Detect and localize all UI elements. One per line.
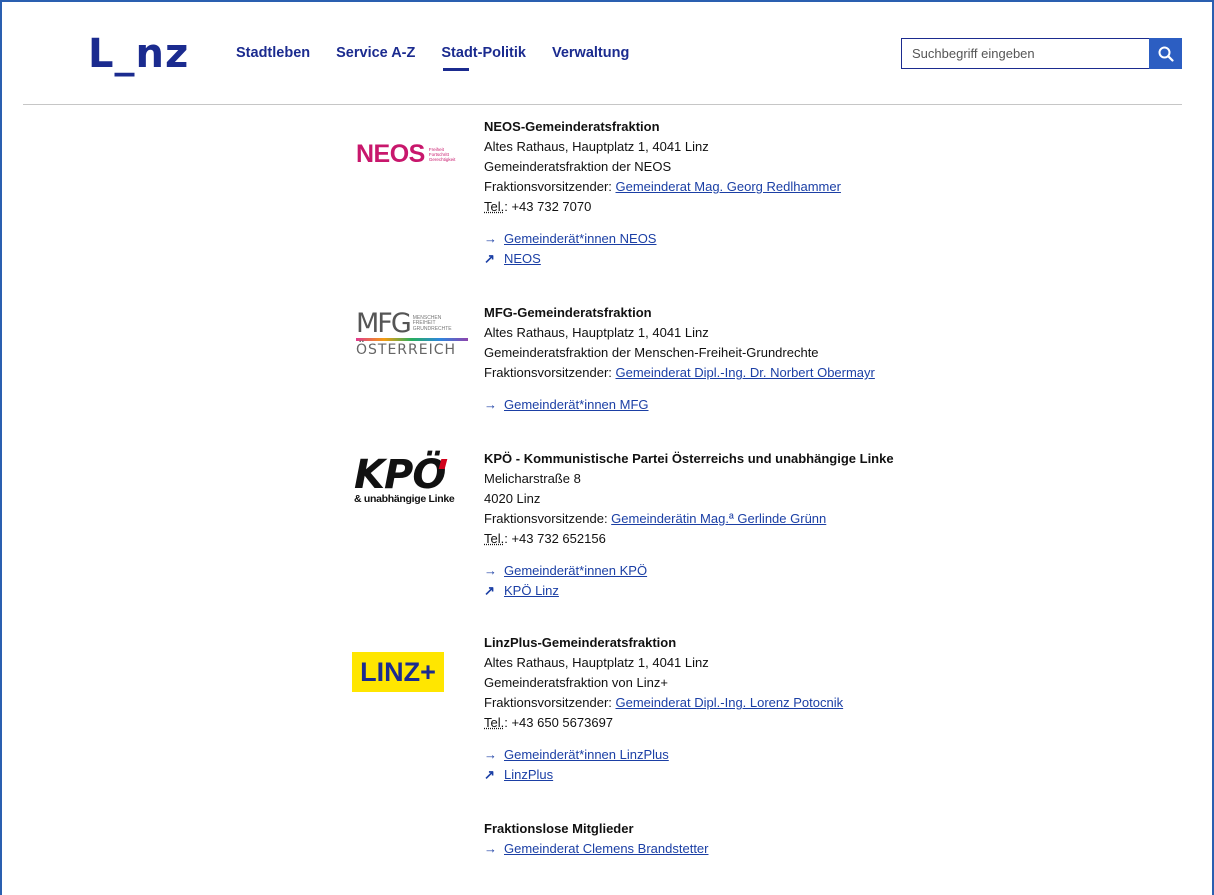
faction-description: Gemeinderatsfraktion der Menschen-Freihe… bbox=[484, 345, 819, 360]
faction-phone: Tel.: +43 732 7070 bbox=[484, 197, 841, 217]
faction-chair: Fraktionsvorsitzender: Gemeinderat Dipl.… bbox=[484, 363, 875, 383]
tel-abbr: Tel. bbox=[484, 531, 505, 546]
arrow-right-icon: → bbox=[484, 563, 497, 578]
faction-title: NEOS-Gemeinderatsfraktion bbox=[484, 119, 660, 134]
linzplus-logo-text: LINZ+ bbox=[360, 656, 436, 687]
faction-title: LinzPlus-Gemeinderatsfraktion bbox=[484, 635, 677, 650]
independent-members: Fraktionslose Mitglieder → Gemeinderat Cl… bbox=[484, 819, 708, 859]
mfg-logo-tagline: MENSCHEN FREIHEIT GRUNDRECHTE bbox=[412, 314, 452, 332]
mfg-logo-country: ÖSTERREICH bbox=[356, 342, 457, 358]
faction-title: Fraktionslose Mitglieder bbox=[484, 821, 634, 836]
neos-logo-tagline: Freiheit Fortschritt Gerechtigkeit bbox=[428, 147, 456, 162]
faction-address: Altes Rathaus, Hauptplatz 1, 4041 Linz bbox=[484, 325, 709, 340]
arrow-right-icon: → bbox=[484, 841, 497, 856]
search-button[interactable] bbox=[1149, 38, 1182, 69]
faction-title: MFG-Gemeinderatsfraktion bbox=[484, 305, 652, 320]
tel-abbr: Tel. bbox=[484, 199, 505, 214]
kpo-logo-text: KPÖ bbox=[354, 452, 446, 498]
faction-mfg: MFG-Gemeinderatsfraktion Altes Rathaus, … bbox=[484, 303, 875, 415]
faction-neos: NEOS-Gemeinderatsfraktion Altes Rathaus,… bbox=[484, 117, 841, 269]
external-link[interactable]: NEOS bbox=[504, 249, 541, 269]
neos-logo-text: NEOS bbox=[356, 140, 425, 168]
faction-description: Gemeinderatsfraktion von Linz+ bbox=[484, 675, 668, 690]
nav-stadtleben[interactable]: Stadtleben bbox=[236, 45, 310, 61]
faction-kpo: KPÖ - Kommunistische Partei Österreichs … bbox=[484, 449, 894, 601]
chair-label: Fraktionsvorsitzender: bbox=[484, 179, 616, 194]
faction-address: Altes Rathaus, Hauptplatz 1, 4041 Linz bbox=[484, 655, 709, 670]
search-input[interactable] bbox=[901, 38, 1149, 69]
faction-chair: Fraktionsvorsitzender: Gemeinderat Mag. … bbox=[484, 177, 841, 197]
member-link[interactable]: Gemeinderat Clemens Brandstetter bbox=[504, 839, 708, 859]
linzplus-logo: LINZ+ bbox=[352, 652, 444, 692]
members-link[interactable]: Gemeinderät*innen KPÖ bbox=[504, 561, 647, 581]
faction-phone: Tel.: +43 732 652156 bbox=[484, 529, 894, 549]
search-bar bbox=[901, 38, 1182, 69]
search-icon bbox=[1158, 46, 1174, 62]
faction-chair: Fraktionsvorsitzende: Gemeinderätin Mag.… bbox=[484, 509, 894, 529]
nav-verwaltung[interactable]: Verwaltung bbox=[552, 45, 629, 61]
arrow-up-right-icon: ↗ bbox=[484, 583, 495, 598]
arrow-right-icon: → bbox=[484, 231, 497, 246]
external-link[interactable]: KPÖ Linz bbox=[504, 581, 559, 601]
members-link[interactable]: Gemeinderät*innen LinzPlus bbox=[504, 745, 669, 765]
external-link[interactable]: LinzPlus bbox=[504, 765, 553, 785]
header-divider bbox=[23, 104, 1182, 105]
nav-service-a-z[interactable]: Service A-Z bbox=[336, 45, 415, 61]
main-nav: Stadtleben Service A-Z Stadt-Politik Ver… bbox=[236, 45, 655, 71]
kpo-logo-accent bbox=[438, 459, 448, 469]
nav-stadt-politik[interactable]: Stadt-Politik bbox=[441, 45, 526, 71]
tel-number: : +43 650 5673697 bbox=[504, 715, 614, 730]
faction-linzplus: LinzPlus-Gemeinderatsfraktion Altes Rath… bbox=[484, 633, 843, 785]
faction-address: Altes Rathaus, Hauptplatz 1, 4041 Linz bbox=[484, 139, 709, 154]
linz-logo[interactable]: L_nz bbox=[88, 34, 189, 74]
members-link[interactable]: Gemeinderät*innen MFG bbox=[504, 395, 649, 415]
tel-abbr: Tel. bbox=[484, 715, 505, 730]
arrow-right-icon: → bbox=[484, 397, 497, 412]
faction-chair: Fraktionsvorsitzender: Gemeinderat Dipl.… bbox=[484, 693, 843, 713]
chair-link[interactable]: Gemeinderat Mag. Georg Redlhammer bbox=[616, 179, 841, 194]
faction-title: KPÖ - Kommunistische Partei Österreichs … bbox=[484, 451, 894, 466]
chair-label: Fraktionsvorsitzender: bbox=[484, 695, 616, 710]
members-link[interactable]: Gemeinderät*innen NEOS bbox=[504, 229, 656, 249]
chair-label: Fraktionsvorsitzende: bbox=[484, 511, 612, 526]
mfg-logo-text: MFG bbox=[356, 308, 412, 339]
chair-link[interactable]: Gemeinderat Dipl.-Ing. Dr. Norbert Oberm… bbox=[616, 365, 875, 380]
chair-link[interactable]: Gemeinderätin Mag.ª Gerlinde Grünn bbox=[611, 511, 826, 526]
faction-phone: Tel.: +43 650 5673697 bbox=[484, 713, 843, 733]
faction-address-city: 4020 Linz bbox=[484, 491, 541, 506]
arrow-up-right-icon: ↗ bbox=[484, 251, 495, 266]
chair-link[interactable]: Gemeinderat Dipl.-Ing. Lorenz Potocnik bbox=[616, 695, 844, 710]
neos-logo: NEOS Freiheit Fortschritt Gerechtigkeit bbox=[356, 140, 457, 169]
tel-number: : +43 732 7070 bbox=[504, 199, 592, 214]
kpo-logo: KPÖ & unabhängige Linke bbox=[354, 455, 474, 505]
tel-number: : +43 732 652156 bbox=[504, 531, 606, 546]
mfg-logo: MFG MENSCHEN FREIHEIT GRUNDRECHTE ÖSTERR… bbox=[356, 308, 470, 359]
arrow-right-icon: → bbox=[484, 747, 497, 762]
faction-description: Gemeinderatsfraktion der NEOS bbox=[484, 159, 672, 174]
chair-label: Fraktionsvorsitzender: bbox=[484, 365, 616, 380]
arrow-up-right-icon: ↗ bbox=[484, 767, 495, 782]
faction-address-street: Melicharstraße 8 bbox=[484, 471, 581, 486]
